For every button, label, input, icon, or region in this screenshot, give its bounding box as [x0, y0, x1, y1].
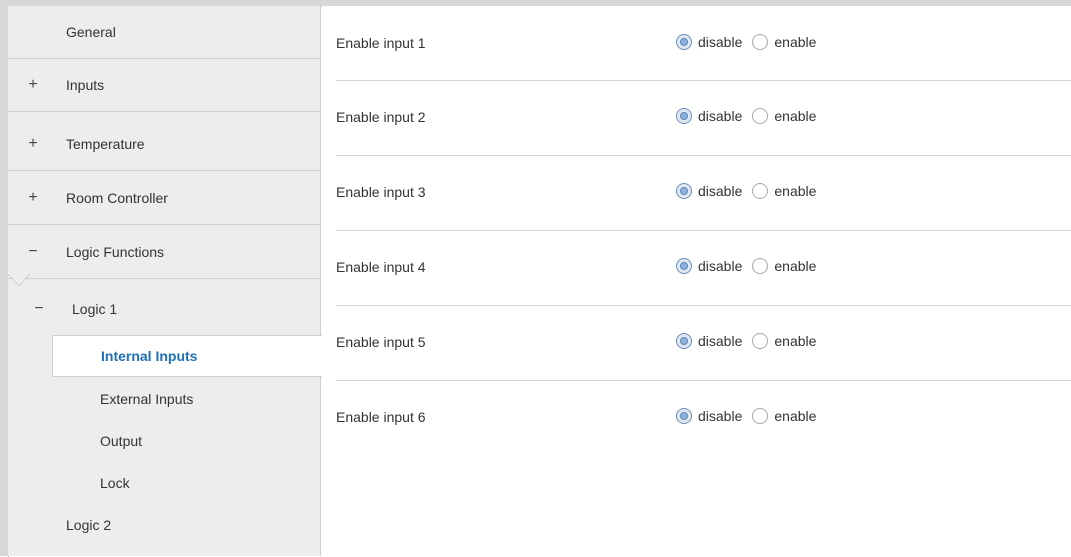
collapse-icon[interactable]: − [26, 300, 52, 318]
collapse-icon[interactable]: − [20, 243, 46, 261]
sidebar-item-label: Room Controller [66, 190, 168, 206]
sidebar-item-label: Logic 2 [66, 517, 112, 533]
parameter-label: Enable input 3 [336, 184, 426, 200]
radio-enable[interactable] [752, 108, 769, 124]
radio-disable[interactable] [676, 183, 692, 199]
expand-icon[interactable]: + [20, 135, 46, 153]
radio-enable-label[interactable]: enable [774, 333, 816, 349]
radio-enable[interactable] [752, 258, 769, 274]
sidebar-item-lock[interactable]: Lock [8, 462, 321, 504]
sidebar-item-label: Logic 1 [72, 301, 118, 317]
sidebar-item-logic-1[interactable]: − Logic 1 [8, 288, 321, 330]
sidebar-item-temperature[interactable]: + Temperature [8, 118, 321, 171]
radio-disable[interactable] [676, 258, 692, 274]
radio-enable-label[interactable]: enable [774, 108, 816, 124]
radio-disable[interactable] [676, 108, 692, 124]
parameter-label: Enable input 4 [336, 259, 426, 275]
radio-enable[interactable] [752, 34, 769, 50]
radio-disable-label[interactable]: disable [698, 333, 742, 349]
sidebar-item-label: Internal Inputs [101, 348, 198, 364]
radio-disable[interactable] [676, 408, 692, 424]
sidebar-item-label: Logic Functions [66, 244, 165, 260]
radio-disable-label[interactable]: disable [698, 108, 742, 124]
parameter-label: Enable input 2 [336, 109, 426, 125]
radio-enable-label[interactable]: enable [774, 258, 816, 274]
sidebar-item-logic-2[interactable]: Logic 2 [8, 504, 321, 546]
radio-enable-label[interactable]: enable [774, 34, 816, 50]
expand-icon[interactable]: + [20, 189, 46, 207]
sidebar-item-internal-inputs[interactable]: Internal Inputs [52, 335, 322, 377]
parameter-panel: Enable input 1 disable enable Enable inp… [322, 6, 1071, 556]
radio-enable-label[interactable]: enable [774, 408, 816, 424]
parameter-label: Enable input 6 [336, 409, 426, 425]
expand-icon[interactable]: + [20, 76, 46, 94]
sidebar-item-label: Inputs [66, 77, 105, 93]
radio-enable[interactable] [752, 408, 769, 424]
parameter-row: Enable input 2 disable enable [336, 81, 1071, 156]
radio-enable[interactable] [752, 183, 769, 199]
parameter-row: Enable input 5 disable enable [336, 306, 1071, 381]
parameter-row: Enable input 6 disable enable [336, 381, 1071, 456]
radio-disable-label[interactable]: disable [698, 183, 742, 199]
parameter-row: Enable input 1 disable enable [336, 6, 1071, 81]
sidebar-item-label: Temperature [66, 136, 145, 152]
sidebar-item-external-inputs[interactable]: External Inputs [8, 378, 321, 420]
radio-disable[interactable] [676, 333, 692, 349]
tree-caret-icon [8, 274, 30, 287]
sidebar-item-label: Lock [100, 475, 130, 491]
radio-disable[interactable] [676, 34, 692, 50]
parameter-label: Enable input 1 [336, 35, 426, 51]
sidebar-item-label: Output [100, 433, 143, 449]
parameter-label: Enable input 5 [336, 334, 426, 350]
radio-disable-label[interactable]: disable [698, 258, 742, 274]
radio-disable-label[interactable]: disable [698, 408, 742, 424]
parameter-row: Enable input 4 disable enable [336, 231, 1071, 306]
sidebar-item-room-controller[interactable]: + Room Controller [8, 172, 321, 225]
sidebar-item-general[interactable]: General [8, 6, 321, 59]
sidebar-item-label: External Inputs [100, 391, 194, 407]
radio-disable-label[interactable]: disable [698, 34, 742, 50]
radio-enable-label[interactable]: enable [774, 183, 816, 199]
parameter-row: Enable input 3 disable enable [336, 156, 1071, 231]
sidebar-navigation: General + Inputs + Temperature + Room Co… [8, 6, 322, 556]
sidebar-item-logic-functions[interactable]: − Logic Functions [8, 226, 321, 279]
radio-enable[interactable] [752, 333, 769, 349]
sidebar-item-output[interactable]: Output [8, 420, 321, 462]
sidebar-item-inputs[interactable]: + Inputs [8, 59, 321, 112]
sidebar-item-label: General [66, 24, 116, 40]
